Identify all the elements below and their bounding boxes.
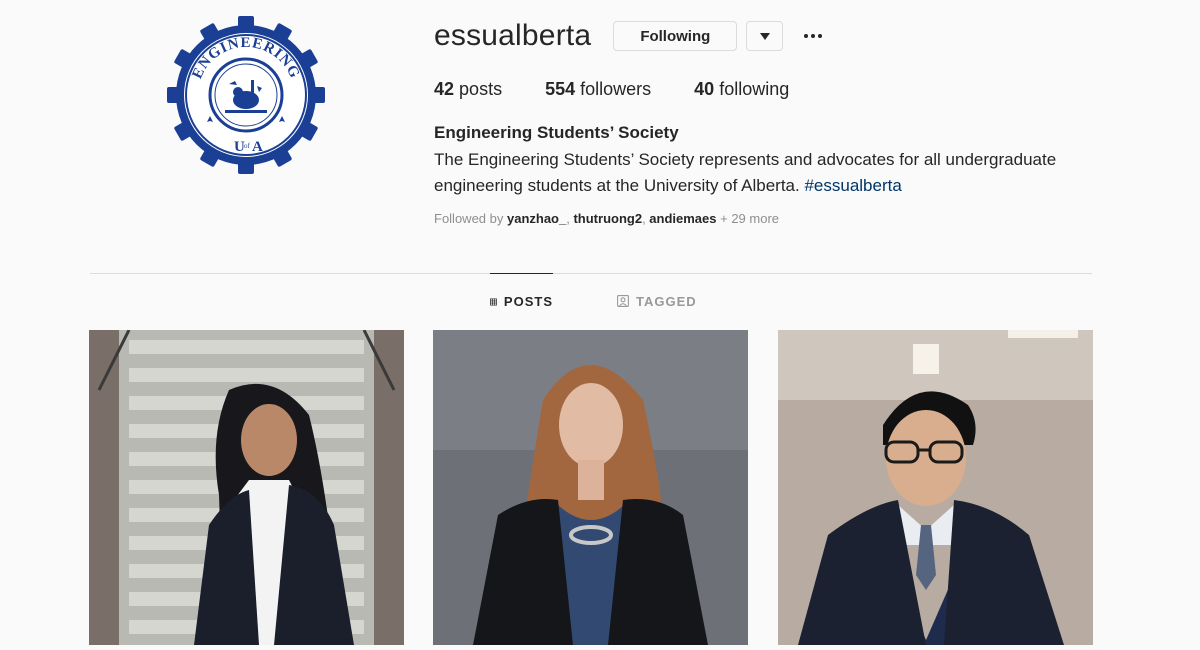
- followed-by-user[interactable]: yanzhao_: [507, 211, 566, 226]
- tagged-person-icon: [617, 295, 629, 307]
- followed-by-user[interactable]: thutruong2: [573, 211, 642, 226]
- portrait-woman-stairs-image: [89, 330, 404, 645]
- avatar-text-of: of: [244, 142, 251, 150]
- more-options-dot: [818, 34, 823, 38]
- profile-avatar[interactable]: ENGINEERING U of A: [165, 14, 327, 176]
- followed-by-user[interactable]: andiemaes: [649, 211, 716, 226]
- avatar-text-a: A: [252, 139, 263, 155]
- post-thumbnail[interactable]: [433, 330, 748, 645]
- more-options-icon: [804, 34, 809, 38]
- engineering-gear-logo-icon: ENGINEERING U of A: [167, 16, 325, 174]
- profile-bio: The Engineering Students’ Society repres…: [434, 147, 1074, 199]
- tab-posts[interactable]: POSTS: [490, 273, 553, 329]
- grid-icon: [490, 298, 497, 305]
- tab-posts-label: POSTS: [503, 294, 553, 309]
- suggestions-dropdown-button[interactable]: [746, 21, 784, 51]
- followers-stat[interactable]: 554 followers: [545, 78, 651, 100]
- posts-stat: 42 posts: [434, 78, 502, 100]
- posts-count: 42: [434, 79, 455, 99]
- post-thumbnail[interactable]: [89, 330, 404, 645]
- tab-tagged-label: TAGGED: [636, 293, 697, 309]
- followers-count: 554: [545, 79, 576, 99]
- username: essualberta: [434, 19, 592, 52]
- followed-by-prefix: Followed by: [434, 211, 507, 226]
- following-button[interactable]: Following: [613, 21, 738, 51]
- following-count: 40: [694, 79, 715, 99]
- portrait-man-glasses-image: [778, 330, 1093, 645]
- bio-hashtag-link[interactable]: #essualberta: [804, 176, 901, 195]
- more-options-dot: [811, 34, 816, 38]
- following-label: following: [719, 79, 790, 99]
- portrait-woman-gray-background-image: [433, 330, 748, 645]
- following-stat[interactable]: 40 following: [694, 78, 789, 100]
- tab-tagged[interactable]: TAGGED: [617, 273, 697, 329]
- followed-by-more: + 29 more: [716, 211, 780, 226]
- more-options-button[interactable]: [801, 24, 825, 48]
- bio-text: The Engineering Students’ Society repres…: [434, 150, 1057, 195]
- followers-label: followers: [580, 79, 652, 99]
- profile-stats: 42 posts 554 followers 40 following: [434, 78, 832, 100]
- profile-full-name: Engineering Students’ Society: [434, 123, 679, 142]
- profile-header-row: essualberta Following: [434, 18, 825, 54]
- post-thumbnail[interactable]: [778, 330, 1093, 645]
- tabs-divider: [90, 273, 1092, 274]
- caret-down-icon: [759, 32, 770, 40]
- followed-by[interactable]: Followed by yanzhao_, thutruong2, andiem…: [434, 210, 779, 228]
- posts-label: posts: [459, 79, 503, 99]
